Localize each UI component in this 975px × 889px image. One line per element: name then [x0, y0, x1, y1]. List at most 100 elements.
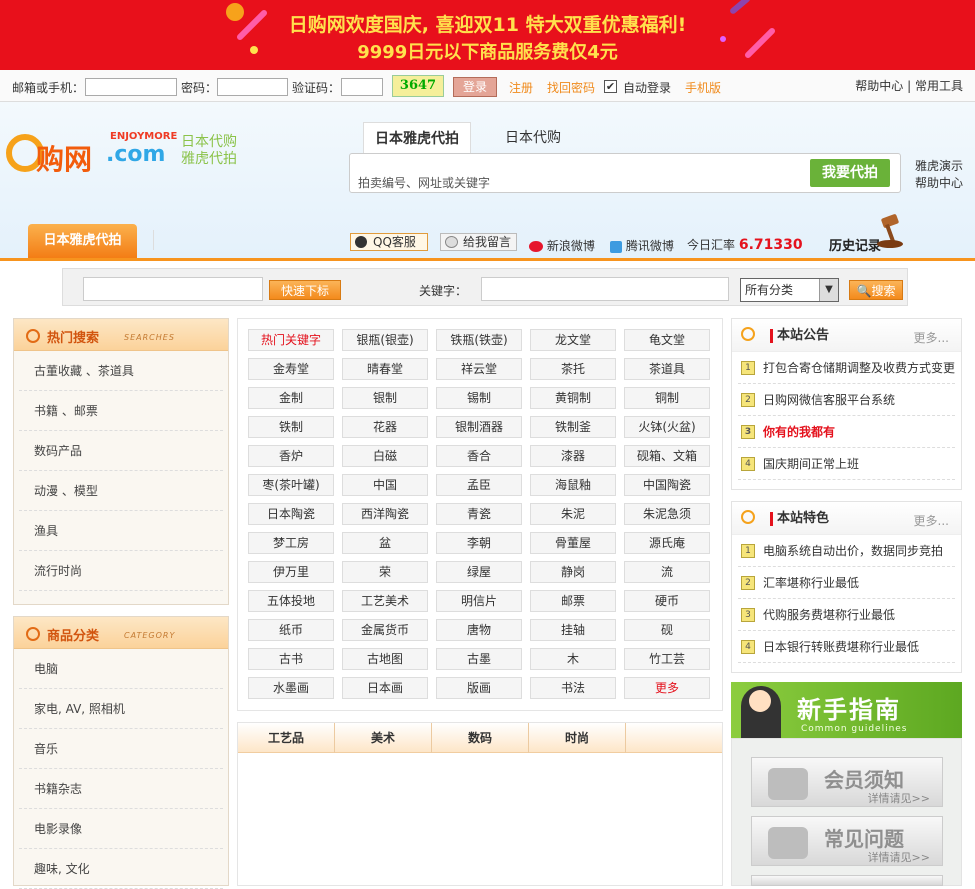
keyword-tag[interactable]: 黄铜制 [530, 387, 616, 409]
keyword-tag[interactable]: 日本陶瓷 [248, 503, 334, 525]
newbie-guide-banner[interactable]: 新手指南 Common guidelines [731, 682, 962, 738]
tab-fashion[interactable]: 时尚 [529, 723, 626, 753]
category-item[interactable]: 电影录像 [19, 809, 223, 849]
keyword-tag[interactable]: 梦工房 [248, 532, 334, 554]
keyword-tag[interactable]: 中国 [342, 474, 428, 496]
keyword-tag[interactable]: 铁瓶(铁壶) [436, 329, 522, 351]
keyword-tag[interactable]: 漆器 [530, 445, 616, 467]
category-item[interactable]: 音乐 [19, 729, 223, 769]
mobile-link[interactable]: 手机版 [685, 79, 721, 96]
keyword-tag[interactable]: 枣(茶叶罐) [248, 474, 334, 496]
keyword-tag[interactable]: 银制 [342, 387, 428, 409]
keyword-tag[interactable]: 日本画 [342, 677, 428, 699]
sina-weibo-link[interactable]: 新浪微博 [529, 237, 595, 254]
keyword-tag[interactable]: 香炉 [248, 445, 334, 467]
keyword-tag[interactable]: 铁制 [248, 416, 334, 438]
keyword-tag[interactable]: 西洋陶瓷 [342, 503, 428, 525]
keyword-tag[interactable]: 水墨画 [248, 677, 334, 699]
bid-search-button[interactable]: 我要代拍 [810, 159, 890, 187]
keyword-tag[interactable]: 朱泥急须 [624, 503, 710, 525]
register-link[interactable]: 注册 [509, 79, 533, 96]
keyword-tag[interactable]: 竹工芸 [624, 648, 710, 670]
login-button[interactable]: 登录 [453, 77, 497, 97]
keyword-tag[interactable]: 火钵(火盆) [624, 416, 710, 438]
auto-login-checkbox[interactable]: ✔ [604, 80, 617, 93]
keyword-tag[interactable]: 邮票 [530, 590, 616, 612]
tab-japan-purchase[interactable]: 日本代购 [490, 122, 576, 154]
retrieve-password-link[interactable]: 找回密码 [547, 79, 595, 96]
notice-item[interactable]: 1 打包合寄仓储期调整及收费方式变更 [738, 352, 955, 384]
tab-yahoo-auction[interactable]: 日本雅虎代拍 [363, 122, 471, 154]
guide-button-partial[interactable] [751, 875, 943, 886]
keyword-tag[interactable]: 茶道具 [624, 358, 710, 380]
keyword-tag[interactable]: 静岗 [530, 561, 616, 583]
member-notice-button[interactable]: 会员须知 详情请见>> [751, 757, 943, 807]
keyword-tag[interactable]: 晴春堂 [342, 358, 428, 380]
keyword-tag[interactable]: 荣 [342, 561, 428, 583]
quick-bid-input[interactable] [83, 277, 263, 301]
keyword-tag[interactable]: 祥云堂 [436, 358, 522, 380]
notice-item[interactable]: 2 日购网微信客服平台系统 [738, 384, 955, 416]
keyword-tag[interactable]: 金制 [248, 387, 334, 409]
search-input[interactable] [493, 160, 807, 188]
keyword-tag[interactable]: 花器 [342, 416, 428, 438]
category-item[interactable]: 趣味, 文化 [19, 849, 223, 889]
keyword-input[interactable] [481, 277, 729, 301]
keyword-tag[interactable]: 源氏庵 [624, 532, 710, 554]
keyword-tag[interactable]: 白磁 [342, 445, 428, 467]
hot-search-item[interactable]: 动漫 、模型 [19, 471, 223, 511]
tools-link[interactable]: 常用工具 [915, 79, 963, 93]
tab-crafts[interactable]: 工艺品 [238, 723, 335, 753]
hot-search-item[interactable]: 渔具 [19, 511, 223, 551]
hot-search-item[interactable]: 流行时尚 [19, 551, 223, 591]
feature-item[interactable]: 3 代购服务费堪称行业最低 [738, 599, 955, 631]
category-item[interactable]: 家电, AV, 照相机 [19, 689, 223, 729]
category-select[interactable]: 所有分类 ▼ [740, 278, 839, 302]
keyword-tag[interactable]: 金属货币 [342, 619, 428, 641]
keyword-tag[interactable]: 砚 [624, 619, 710, 641]
keyword-tag[interactable]: 铜制 [624, 387, 710, 409]
hot-search-item[interactable]: 古董收藏 、茶道具 [19, 351, 223, 391]
hot-search-item[interactable]: 数码产品 [19, 431, 223, 471]
keyword-tag[interactable]: 中国陶瓷 [624, 474, 710, 496]
keyword-tag[interactable]: 银制酒器 [436, 416, 522, 438]
password-field[interactable] [217, 78, 288, 96]
keyword-tag[interactable]: 李朝 [436, 532, 522, 554]
nav-tab-yahoo[interactable]: 日本雅虎代拍 [28, 224, 137, 258]
keyword-tag[interactable]: 龙文堂 [530, 329, 616, 351]
promo-banner[interactable]: 日购网欢度国庆, 喜迎双11 特大双重优惠福利! 9999日元以下商品服务费仅4… [0, 0, 975, 70]
keyword-tag[interactable]: 木 [530, 648, 616, 670]
keyword-tag[interactable]: 伊万里 [248, 561, 334, 583]
keyword-tag[interactable]: 锡制 [436, 387, 522, 409]
keyword-tag[interactable]: 唐物 [436, 619, 522, 641]
qq-service-button[interactable]: QQ客服 [350, 233, 428, 251]
keyword-tag[interactable]: 朱泥 [530, 503, 616, 525]
keyword-tag[interactable]: 书法 [530, 677, 616, 699]
keyword-tag[interactable]: 版画 [436, 677, 522, 699]
keyword-tag[interactable]: 纸币 [248, 619, 334, 641]
notice-item[interactable]: 3 你有的我都有 [738, 416, 955, 448]
keyword-tag[interactable]: 砚箱、文箱 [624, 445, 710, 467]
captcha-image[interactable]: 3647 [392, 75, 444, 97]
leave-message-button[interactable]: 给我留言 [440, 233, 517, 251]
keyword-tag[interactable]: 五体投地 [248, 590, 334, 612]
feature-item[interactable]: 2 汇率堪称行业最低 [738, 567, 955, 599]
keyword-tag[interactable]: 盆 [342, 532, 428, 554]
keyword-tag[interactable]: 古书 [248, 648, 334, 670]
yahoo-demo-link[interactable]: 雅虎演示 [915, 158, 963, 175]
keyword-tag[interactable]: 硬币 [624, 590, 710, 612]
email-field[interactable] [85, 78, 177, 96]
keyword-tag[interactable]: 明信片 [436, 590, 522, 612]
header-help-link[interactable]: 帮助中心 [915, 175, 963, 192]
more-tags-link[interactable]: 更多 [624, 677, 710, 699]
site-logo[interactable]: 购网 ENJOYMORE .com [6, 126, 177, 176]
feature-item[interactable]: 1 电脑系统自动出价，数据同步竞拍 [738, 535, 955, 567]
keyword-tag[interactable]: 金寿堂 [248, 358, 334, 380]
keyword-tag[interactable]: 挂轴 [530, 619, 616, 641]
hot-keyword-label[interactable]: 热门关键字 [248, 329, 334, 351]
keyword-tag[interactable]: 古地图 [342, 648, 428, 670]
keyword-search-button[interactable]: 🔍搜索 [849, 280, 903, 300]
tencent-weibo-link[interactable]: 腾讯微博 [610, 237, 674, 254]
keyword-tag[interactable]: 孟臣 [436, 474, 522, 496]
keyword-tag[interactable]: 古墨 [436, 648, 522, 670]
